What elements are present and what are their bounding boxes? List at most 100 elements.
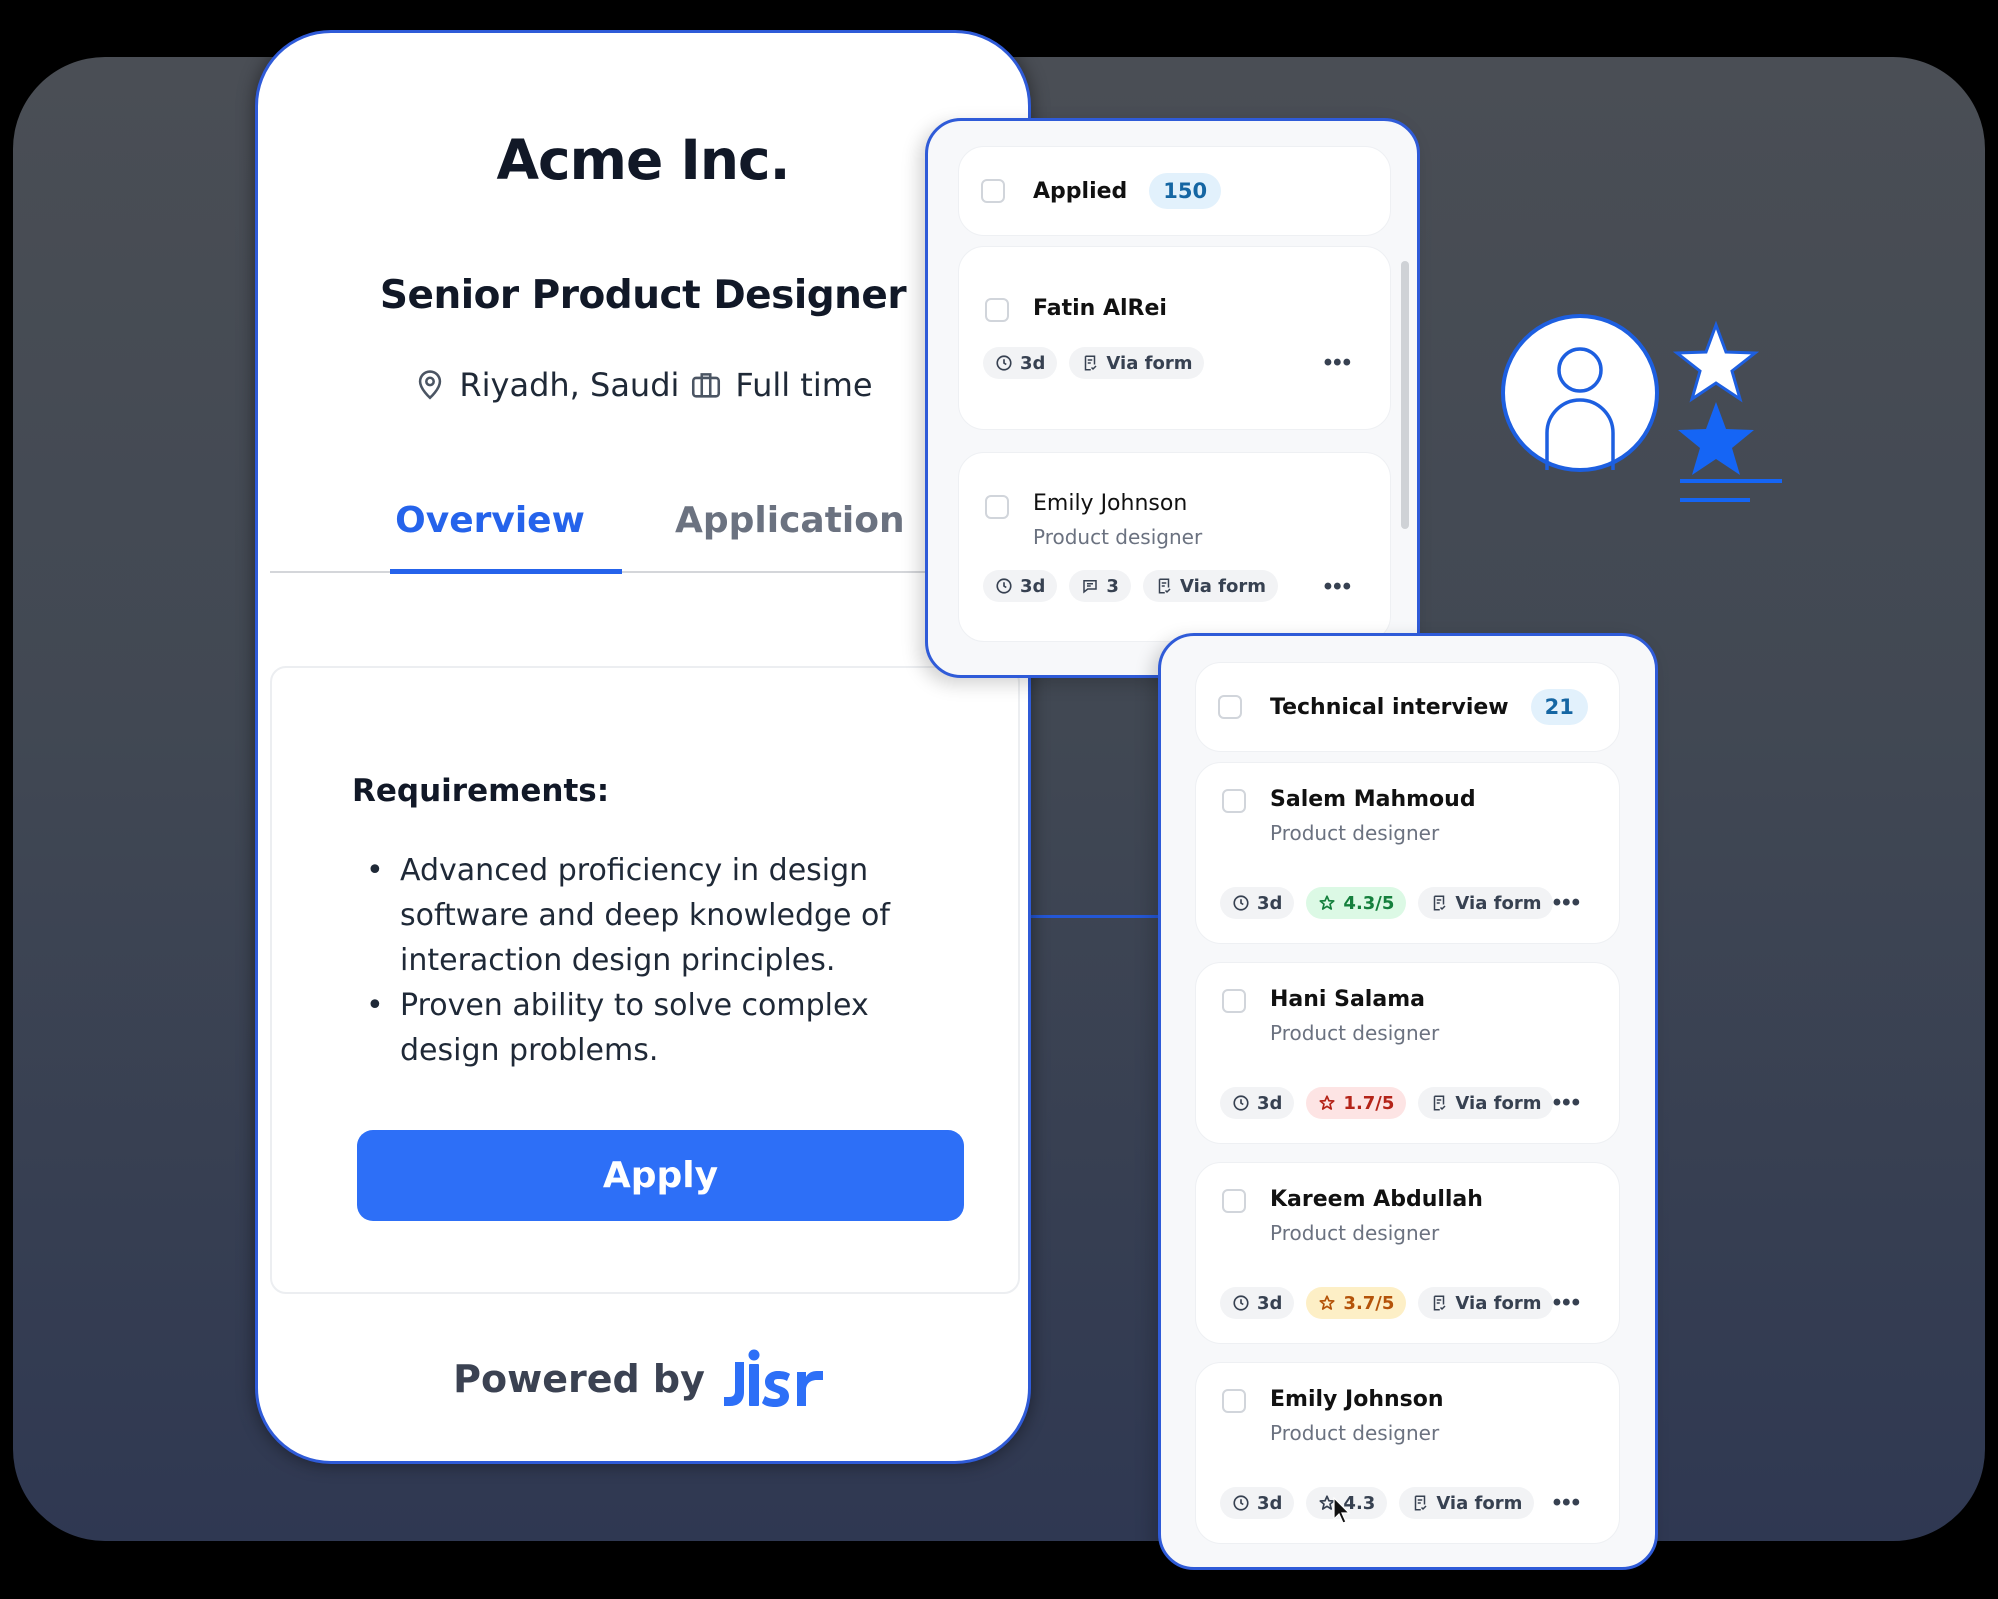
source-text: Via form (1436, 1492, 1523, 1514)
form-icon (1434, 1295, 1446, 1311)
avatar-icon (1501, 314, 1659, 472)
time-text: 3d (1257, 1092, 1283, 1114)
candidate-role: Product designer (1033, 525, 1203, 549)
company-name: Acme Inc. (496, 128, 790, 192)
select-all-checkbox[interactable] (981, 179, 1005, 203)
rating-text: 4.3/5 (1343, 892, 1395, 914)
time-text: 3d (1257, 1292, 1283, 1314)
more-options-button[interactable]: ••• (1553, 891, 1581, 915)
candidate-card[interactable]: Fatin AlRei 3d Via form ••• (958, 246, 1391, 430)
more-options-button[interactable]: ••• (1553, 1291, 1581, 1315)
scrollbar[interactable] (1401, 261, 1409, 529)
technical-interview-stage-panel: Technical interview 21 Salem Mahmoud Prod… (1158, 633, 1658, 1570)
form-icon (1434, 1095, 1446, 1111)
source-text: Via form (1455, 892, 1542, 914)
candidate-name: Salem Mahmoud (1270, 787, 1476, 812)
source-text: Via form (1455, 1292, 1542, 1314)
candidate-card[interactable]: Salem Mahmoud Product designer 3d 4.3/5 Via … (1195, 762, 1620, 944)
form-icon (1415, 1495, 1427, 1511)
star-icon (1319, 1095, 1335, 1110)
time-text: 3d (1257, 1492, 1283, 1514)
candidate-tags: 3d 3.7/5 Via form (1220, 1287, 1554, 1319)
candidate-tags: 3d 1.7/5 Via form (1220, 1087, 1554, 1119)
star-icon (1319, 1295, 1335, 1310)
line-decoration (1680, 479, 1782, 483)
candidate-checkbox[interactable] (985, 495, 1009, 519)
source-text: Via form (1106, 352, 1193, 374)
stage-name: Technical interview (1270, 694, 1509, 720)
candidate-name: Kareem Abdullah (1270, 1187, 1483, 1212)
job-meta: Riyadh, Saudi Full time (258, 366, 1028, 404)
candidate-checkbox[interactable] (1222, 1189, 1246, 1213)
candidate-checkbox[interactable] (1222, 789, 1246, 813)
powered-by-text: Powered by (453, 1357, 705, 1401)
source-tag: Via form (1069, 347, 1205, 379)
tab-overview[interactable]: Overview (375, 500, 605, 541)
count-badge: 150 (1149, 173, 1222, 209)
clock-icon (1233, 1295, 1249, 1311)
candidate-card[interactable]: Emily Johnson Product designer 3d 4.3 Via fo… (1195, 1362, 1620, 1544)
more-options-button[interactable]: ••• (1553, 1091, 1581, 1115)
candidate-role: Product designer (1270, 821, 1440, 845)
rating-tag: 1.7/5 (1306, 1087, 1407, 1119)
time-tag: 3d (1220, 887, 1295, 919)
source-tag: Via form (1418, 1287, 1554, 1319)
rating-tag: 4.3/5 (1306, 887, 1407, 919)
source-text: Via form (1179, 575, 1266, 597)
more-options-button[interactable]: ••• (1324, 575, 1352, 599)
source-tag: Via form (1418, 1087, 1554, 1119)
candidate-tags: 3d 4.3/5 Via form (1220, 887, 1554, 919)
rating-text: 1.7/5 (1343, 1092, 1395, 1114)
requirements-heading: Requirements: (352, 773, 610, 809)
source-tag: Via form (1142, 570, 1278, 602)
star-filled-icon (1678, 402, 1754, 475)
location-pin-icon (419, 370, 442, 400)
location-text: Riyadh, Saudi (459, 366, 680, 404)
source-tag: Via form (1418, 887, 1554, 919)
clock-icon (996, 578, 1012, 594)
select-all-checkbox[interactable] (1218, 695, 1242, 719)
source-text: Via form (1455, 1092, 1542, 1114)
requirements-section: Requirements: Advanced proficiency in de… (270, 666, 1020, 1294)
candidate-name: Fatin AlRei (1033, 296, 1167, 321)
candidate-role: Product designer (1270, 1221, 1440, 1245)
stage-name: Applied (1033, 178, 1128, 204)
candidate-role: Product designer (1270, 1421, 1440, 1445)
rating-text: 3.7/5 (1343, 1292, 1395, 1314)
form-icon (1085, 355, 1097, 371)
jisr-logo (723, 1349, 823, 1407)
rating-tag: 3.7/5 (1306, 1287, 1407, 1319)
candidate-checkbox[interactable] (985, 298, 1009, 322)
mouse-cursor-icon (1333, 1497, 1351, 1524)
clock-icon (996, 355, 1012, 371)
time-text: 3d (1257, 892, 1283, 914)
candidate-name: Emily Johnson (1033, 491, 1188, 516)
candidate-name: Hani Salama (1270, 987, 1425, 1012)
source-tag: Via form (1399, 1487, 1535, 1519)
employment-type-text: Full time (735, 366, 873, 404)
comments-tag: 3 (1069, 570, 1131, 602)
comment-count: 3 (1106, 575, 1119, 597)
candidate-card[interactable]: Emily Johnson Product designer 3d 3 Via … (958, 452, 1391, 642)
active-tab-indicator (390, 569, 622, 574)
requirement-item: Proven ability to solve complex design p… (352, 983, 952, 1073)
star-icon (1319, 895, 1335, 910)
candidate-checkbox[interactable] (1222, 1389, 1246, 1413)
clock-icon (1233, 1495, 1249, 1511)
time-tag: 3d (983, 570, 1058, 602)
tab-application[interactable]: Application (675, 500, 905, 541)
time-tag: 3d (1220, 1087, 1295, 1119)
more-options-button[interactable]: ••• (1324, 351, 1352, 375)
candidate-card[interactable]: Kareem Abdullah Product designer 3d 3.7/5 Vi… (1195, 1162, 1620, 1344)
candidate-tags: 3d 3 Via form (983, 570, 1278, 602)
more-options-button[interactable]: ••• (1553, 1491, 1581, 1515)
candidate-name: Emily Johnson (1270, 1387, 1444, 1412)
apply-button[interactable]: Apply (357, 1130, 964, 1221)
requirements-list: Advanced proficiency in design software … (352, 848, 952, 1073)
employment-type: Full time (689, 366, 873, 404)
clock-icon (1233, 1095, 1249, 1111)
requirement-item: Advanced proficiency in design software … (352, 848, 952, 983)
form-icon (1158, 578, 1171, 594)
candidate-checkbox[interactable] (1222, 989, 1246, 1013)
candidate-card[interactable]: Hani Salama Product designer 3d 1.7/5 Via fo… (1195, 962, 1620, 1144)
